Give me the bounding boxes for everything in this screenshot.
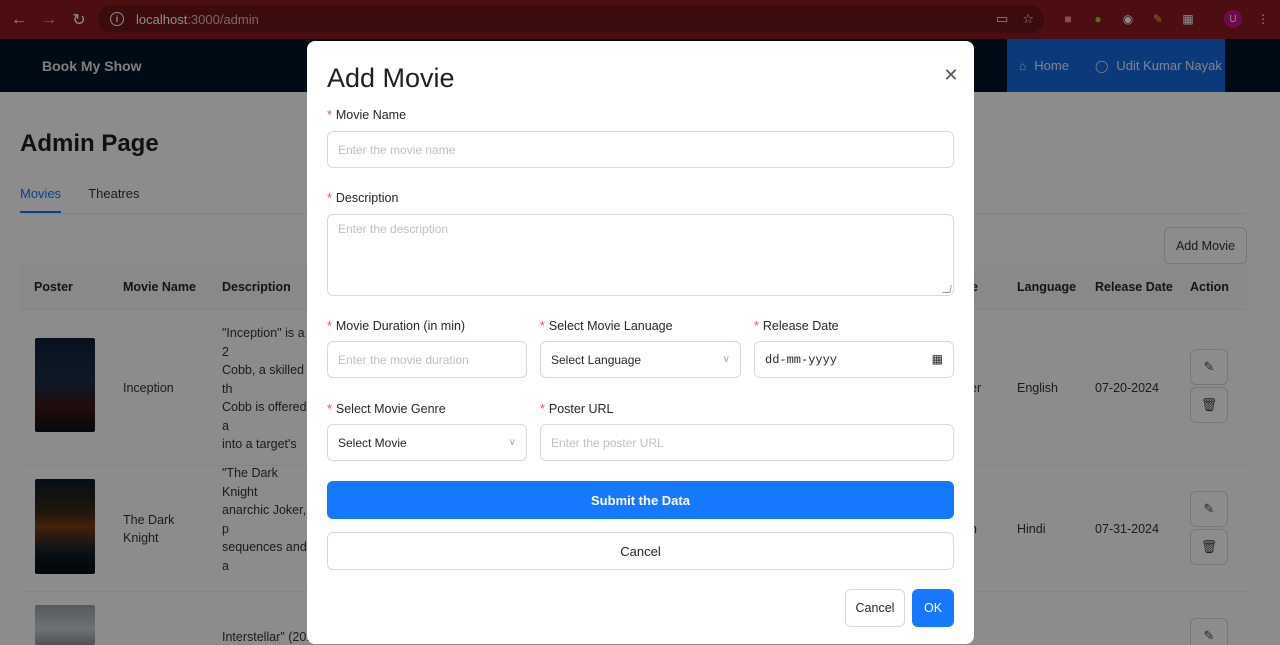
language-select[interactable]: Select Language ∨ (540, 341, 741, 378)
description-textarea[interactable]: Enter the description (327, 214, 954, 296)
submit-button[interactable]: Submit the Data (327, 481, 954, 519)
genre-label: * Select Movie Genre (327, 402, 446, 416)
language-select-value: Select Language (551, 352, 642, 367)
resize-handle-icon[interactable] (942, 285, 952, 293)
language-label: * Select Movie Lanuage (540, 319, 673, 333)
close-icon[interactable]: ✕ (941, 65, 961, 85)
poster-url-input[interactable]: Enter the poster URL (540, 424, 954, 461)
poster-url-label: * Poster URL (540, 402, 614, 416)
calendar-icon[interactable]: ▦ (932, 352, 943, 367)
modal-title: Add Movie (327, 63, 455, 93)
chevron-down-icon: ∨ (508, 437, 516, 448)
description-label: * Description (327, 191, 399, 205)
movie-name-label: * Movie Name (327, 108, 407, 122)
duration-label: * Movie Duration (in min) (327, 319, 466, 333)
add-movie-modal: Add Movie ✕ * Movie Name Enter the movie … (307, 41, 974, 644)
genre-select[interactable]: Select Movie ∨ (327, 424, 527, 461)
ok-button[interactable]: OK (912, 589, 954, 627)
genre-select-value: Select Movie (338, 435, 407, 450)
release-date-value: dd-mm-yyyy (765, 352, 838, 367)
description-placeholder: Enter the description (338, 222, 449, 236)
release-date-label: * Release Date (754, 319, 839, 333)
footer-cancel-button[interactable]: Cancel (845, 589, 905, 627)
chevron-down-icon: ∨ (722, 354, 730, 365)
duration-input[interactable]: Enter the movie duration (327, 341, 527, 378)
movie-name-input[interactable]: Enter the movie name (327, 131, 954, 168)
cancel-button[interactable]: Cancel (327, 532, 954, 570)
release-date-input[interactable]: dd-mm-yyyy ▦ (754, 341, 954, 378)
